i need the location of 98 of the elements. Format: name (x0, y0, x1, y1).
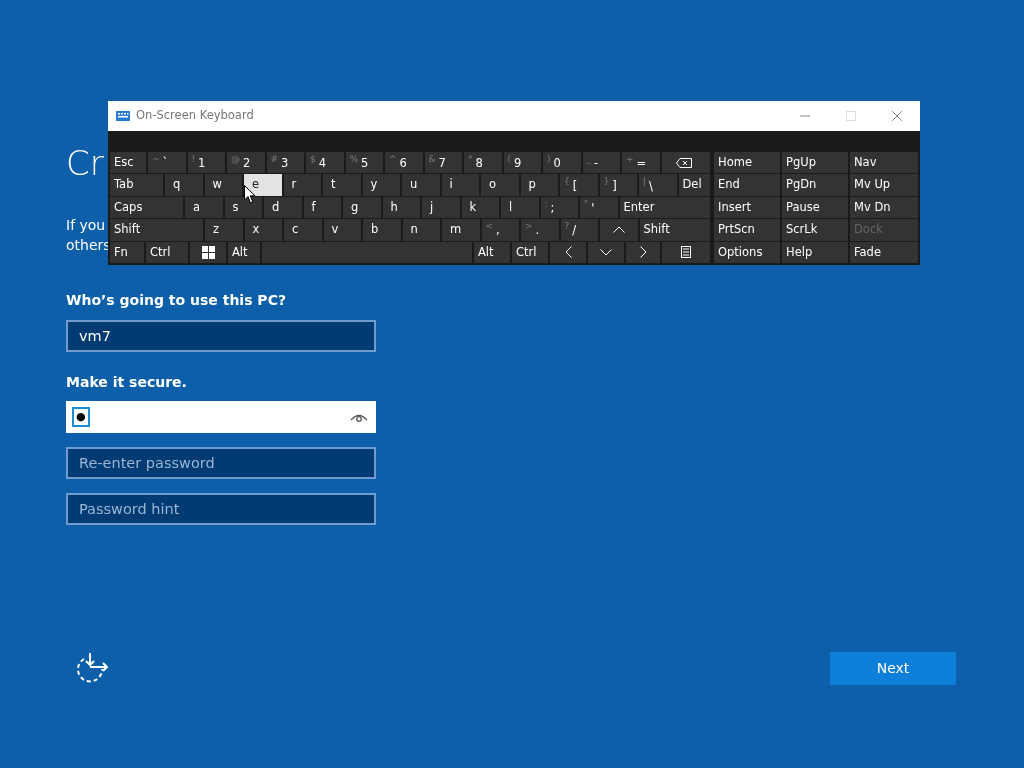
keyboard-key[interactable]: o (481, 174, 519, 196)
keyboard-key[interactable]: m (442, 219, 480, 241)
field-label: Who’s going to use this PC? (66, 291, 287, 310)
keyboard-key[interactable]: & 7 (424, 152, 462, 174)
keyboard-key[interactable]: | \ (639, 174, 677, 196)
keyboard-key[interactable]: $ 4 (306, 152, 344, 174)
keyboard-key[interactable]: Enter (619, 196, 710, 219)
keyboard-key[interactable]: > . (521, 219, 559, 241)
keyboard-key[interactable]: ) 0 (543, 152, 581, 174)
keyboard-key[interactable]: Ctrl (512, 241, 548, 263)
keyboard-key[interactable]: Home (714, 152, 780, 174)
chevron-down-icon (600, 248, 612, 256)
keyboard-key[interactable]: End (714, 174, 780, 196)
keyboard-key[interactable]: z (205, 219, 243, 241)
keyboard-key[interactable]: Help (782, 241, 848, 263)
maximize-icon[interactable] (846, 111, 856, 121)
keyboard-key[interactable]: Fn (110, 241, 144, 263)
keyboard-key[interactable]: Fade (850, 241, 918, 263)
keyboard-key[interactable]: a (185, 196, 223, 219)
keyboard-key[interactable]: ! 1 (187, 152, 225, 174)
page-heading: Cr (66, 143, 104, 183)
keyboard-key[interactable]: PgUp (782, 152, 848, 174)
keyboard-key[interactable]: Insert (714, 196, 780, 219)
keyboard-key[interactable]: Caps (110, 196, 183, 219)
keyboard-key[interactable]: w (204, 174, 242, 196)
keyboard-key[interactable]: " ' (580, 196, 618, 219)
keyboard-key[interactable]: r (283, 174, 321, 196)
keyboard-key[interactable]: g (343, 196, 381, 219)
next-button[interactable]: Next (830, 652, 956, 685)
intro-text: If you (66, 216, 106, 235)
keyboard-key[interactable]: k (461, 196, 499, 219)
username-field[interactable]: vm7 (66, 320, 376, 352)
keyboard-key[interactable]: Pause (782, 196, 848, 219)
keyboard-key[interactable]: } ] (599, 174, 637, 196)
keyboard-key[interactable]: ~ ` (148, 152, 186, 174)
keyboard-key[interactable]: q (165, 174, 203, 196)
keyboard-key[interactable]: Mv Up (850, 174, 918, 196)
keyboard-key[interactable]: x (244, 219, 282, 241)
keyboard-key[interactable] (661, 152, 710, 174)
keyboard-key[interactable]: f (303, 196, 341, 219)
password-field[interactable]: ● (66, 401, 376, 433)
keyboard-key[interactable]: _ - (582, 152, 620, 174)
chevron-up-icon (612, 226, 625, 234)
keyboard-key[interactable]: v (323, 219, 361, 241)
backspace-icon (675, 157, 692, 168)
keyboard-key[interactable]: ScrLk (782, 219, 848, 241)
keyboard-key[interactable]: Del (678, 174, 710, 196)
keyboard-key[interactable] (662, 241, 710, 263)
keyboard-key[interactable]: Mv Dn (850, 196, 918, 219)
keyboard-key[interactable]: @ 2 (227, 152, 265, 174)
spacebar-key[interactable] (262, 241, 472, 263)
keyboard-key[interactable]: Tab (110, 174, 163, 196)
keyboard-key[interactable]: * 8 (464, 152, 502, 174)
keyboard-key[interactable]: Shift (639, 219, 710, 241)
intro-text: others (66, 236, 111, 255)
keyboard-key[interactable]: b (363, 219, 401, 241)
keyboard-key[interactable]: Alt (228, 241, 260, 263)
keyboard-key[interactable]: ( 9 (503, 152, 541, 174)
keyboard-key[interactable]: # 3 (266, 152, 304, 174)
keyboard-key[interactable]: p (520, 174, 558, 196)
keyboard-key[interactable]: + = (622, 152, 660, 174)
password-dots: ● (72, 407, 90, 427)
keyboard-key[interactable]: ^ 6 (385, 152, 423, 174)
keyboard-key[interactable]: PrtScn (714, 219, 780, 241)
keyboard-key[interactable]: Alt (474, 241, 510, 263)
keyboard-key[interactable]: PgDn (782, 174, 848, 196)
windows-icon (201, 245, 215, 259)
keyboard-key[interactable]: % 5 (345, 152, 383, 174)
keyboard-key[interactable]: Shift (110, 219, 203, 241)
keyboard-key[interactable]: n (402, 219, 440, 241)
keyboard-key[interactable]: u (402, 174, 440, 196)
keyboard-key[interactable]: t (323, 174, 361, 196)
keyboard-key[interactable]: c (284, 219, 322, 241)
keyboard-key[interactable]: j (422, 196, 460, 219)
keyboard-key[interactable]: Esc (110, 152, 146, 174)
text-field[interactable]: Password hint (66, 493, 376, 525)
keyboard-key[interactable]: Options (714, 241, 780, 263)
keyboard-key[interactable]: y (362, 174, 400, 196)
keyboard-key[interactable]: h (382, 196, 420, 219)
keyboard-key[interactable]: Ctrl (146, 241, 188, 263)
window-title: On-Screen Keyboard (136, 107, 254, 125)
keyboard-key[interactable]: < , (481, 219, 519, 241)
keyboard-key[interactable]: l (501, 196, 539, 219)
keyboard-key[interactable]: ? / (560, 219, 598, 241)
keyboard-icon (116, 111, 130, 121)
keyboard-key[interactable]: d (264, 196, 302, 219)
keyboard-key[interactable]: Nav (850, 152, 918, 174)
field-label: Make it secure. (66, 373, 187, 392)
keyboard-key[interactable]: e (244, 174, 282, 196)
text-field[interactable]: Re-enter password (66, 447, 376, 479)
keyboard-key[interactable]: i (441, 174, 479, 196)
menu-icon (681, 246, 691, 259)
chevron-right-icon (639, 246, 647, 259)
chevron-left-icon (564, 246, 572, 259)
keyboard-key[interactable]: { [ (560, 174, 598, 196)
keyboard-key[interactable]: : ; (540, 196, 578, 219)
close-icon[interactable] (892, 111, 902, 121)
keyboard-key[interactable] (190, 241, 226, 263)
